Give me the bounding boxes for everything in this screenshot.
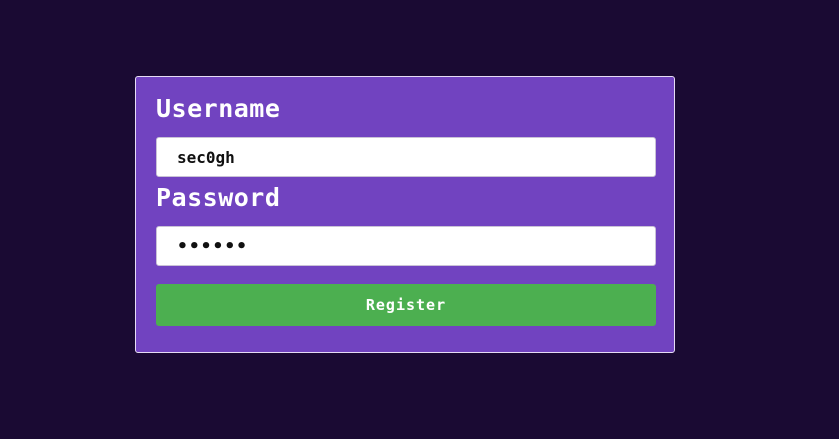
username-input[interactable] — [156, 137, 656, 177]
page: Username Password Register — [0, 0, 839, 439]
password-label: Password — [156, 183, 281, 212]
username-label: Username — [156, 94, 281, 123]
register-form-card: Username Password Register — [135, 76, 675, 353]
register-button[interactable]: Register — [156, 284, 656, 326]
password-input[interactable] — [156, 226, 656, 266]
